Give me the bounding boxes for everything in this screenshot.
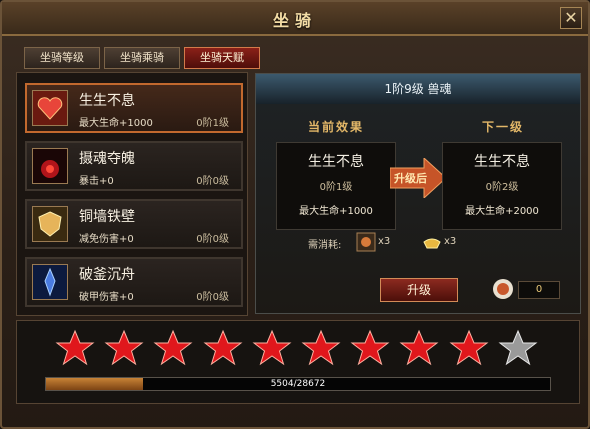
next-level-label: 下一级: [482, 120, 525, 134]
tab-mount-ride[interactable]: 坐骑乘骑: [104, 47, 180, 69]
talent-item-shengshengbuxi[interactable]: 生生不息 最大生命+1000 0阶1级: [25, 83, 243, 133]
title-bar: 坐骑 ✕: [2, 2, 588, 36]
soul-icon: [32, 148, 68, 184]
talent-effect: 减免伤害+0: [79, 234, 134, 245]
star-icon: [498, 329, 538, 366]
material-count: x3: [378, 236, 391, 247]
star-icon: [350, 329, 390, 366]
talent-effect: 最大生命+1000: [79, 118, 153, 129]
star-icon: [252, 329, 292, 366]
star-icon: [153, 329, 193, 366]
shield-icon: [32, 206, 68, 242]
talent-item-pofuchenzhou[interactable]: 破釜沉舟 破甲伤害+0 0阶0级: [25, 257, 243, 307]
tab-mount-level[interactable]: 坐骑等级: [24, 47, 100, 69]
spirit-orb-icon: [493, 279, 513, 299]
current-talent-level: 0阶1级: [319, 182, 353, 193]
talent-name: 生生不息: [79, 93, 135, 109]
talent-item-tongqiangtiebi[interactable]: 铜墙铁壁 减免伤害+0 0阶0级: [25, 199, 243, 249]
current-talent-effect: 最大生命+1000: [299, 206, 373, 217]
progress-text: 5504/28672: [270, 379, 326, 389]
cost-label: 需消耗:: [308, 240, 342, 251]
current-effect-label: 当前效果: [308, 120, 365, 134]
talent-name: 摄魂夺魄: [79, 151, 135, 167]
talent-list: 生生不息 最大生命+1000 0阶1级 摄魂夺魄 暴击+0 0阶0级 铜墙铁壁 …: [16, 72, 248, 316]
star-icon: [55, 329, 95, 366]
next-talent-effect: 最大生命+2000: [465, 206, 539, 217]
next-talent-level: 0阶2级: [485, 182, 519, 193]
gold-ingot-icon: [423, 238, 441, 249]
tab-mount-talent[interactable]: 坐骑天赋: [184, 47, 260, 69]
star-icon: [449, 329, 489, 366]
star-icon: [203, 329, 243, 366]
star-icon: [104, 329, 144, 366]
detail-header: 1阶9级 兽魂: [256, 74, 580, 104]
talent-detail-panel: 1阶9级 兽魂 当前效果 下一级 生生不息 0阶1级 最大生命+1000 升级后…: [255, 73, 581, 314]
talent-name: 破釜沉舟: [79, 267, 135, 283]
mount-window: 坐骑 ✕ 坐骑等级 坐骑乘骑 坐骑天赋 生生不息 最大生命+1000 0阶1级 …: [0, 0, 590, 429]
talent-level: 0阶0级: [196, 234, 229, 245]
ingot-count: x3: [444, 236, 457, 247]
upgrade-button[interactable]: 升级: [380, 278, 458, 302]
current-talent-name: 生生不息: [308, 154, 364, 170]
star-icon: [399, 329, 439, 366]
talent-level: 0阶0级: [196, 292, 229, 303]
talent-item-shehunduopo[interactable]: 摄魂夺魄 暴击+0 0阶0级: [25, 141, 243, 191]
talent-name: 铜墙铁壁: [79, 209, 135, 225]
talent-effect: 破甲伤害+0: [79, 292, 134, 303]
material-icon: [356, 232, 376, 252]
armor-break-icon: [32, 264, 68, 300]
progress-bar: 5504/28672: [45, 377, 551, 391]
star-icon: [301, 329, 341, 366]
star-progress-panel: 5504/28672: [16, 320, 580, 404]
orb-count: 0: [518, 281, 560, 299]
next-talent-name: 生生不息: [474, 154, 530, 170]
arrow-text: 升级后: [394, 172, 427, 185]
next-effect-box: 生生不息 0阶2级 最大生命+2000: [442, 142, 562, 230]
current-effect-box: 生生不息 0阶1级 最大生命+1000: [276, 142, 396, 230]
window-title: 坐骑: [272, 11, 317, 30]
talent-level: 0阶1级: [196, 118, 229, 129]
close-button[interactable]: ✕: [560, 7, 582, 29]
talent-effect: 暴击+0: [79, 176, 114, 187]
heart-icon: [32, 90, 68, 126]
talent-level: 0阶0级: [196, 176, 229, 187]
